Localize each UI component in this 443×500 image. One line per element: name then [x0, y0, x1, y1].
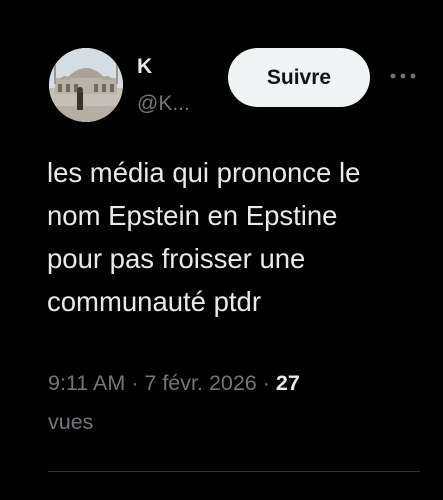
views-count: 27	[275, 371, 300, 395]
meta-separator: ·	[256, 371, 276, 395]
tweet-date[interactable]: 7 févr. 2026	[144, 371, 256, 395]
meta-separator: ·	[125, 371, 145, 395]
tweet-time[interactable]: 9:11 AM	[48, 371, 125, 395]
follow-button[interactable]: Suivre	[228, 48, 370, 107]
tweet-text: les média qui prononce le nom Epstein en…	[47, 157, 361, 317]
author-display-name[interactable]: K	[137, 54, 152, 80]
views-label: vues	[48, 410, 94, 434]
avatar[interactable]	[49, 48, 123, 122]
tweet: K @K... Suivre les média qui prononce le…	[0, 0, 443, 500]
mosque-photo-icon	[49, 48, 123, 122]
author-handle[interactable]: @K...	[137, 91, 190, 117]
tweet-meta: 9:11 AM · 7 févr. 2026 · 27 vues	[48, 364, 408, 442]
more-horizontal-icon[interactable]	[388, 66, 418, 86]
divider	[48, 471, 420, 472]
